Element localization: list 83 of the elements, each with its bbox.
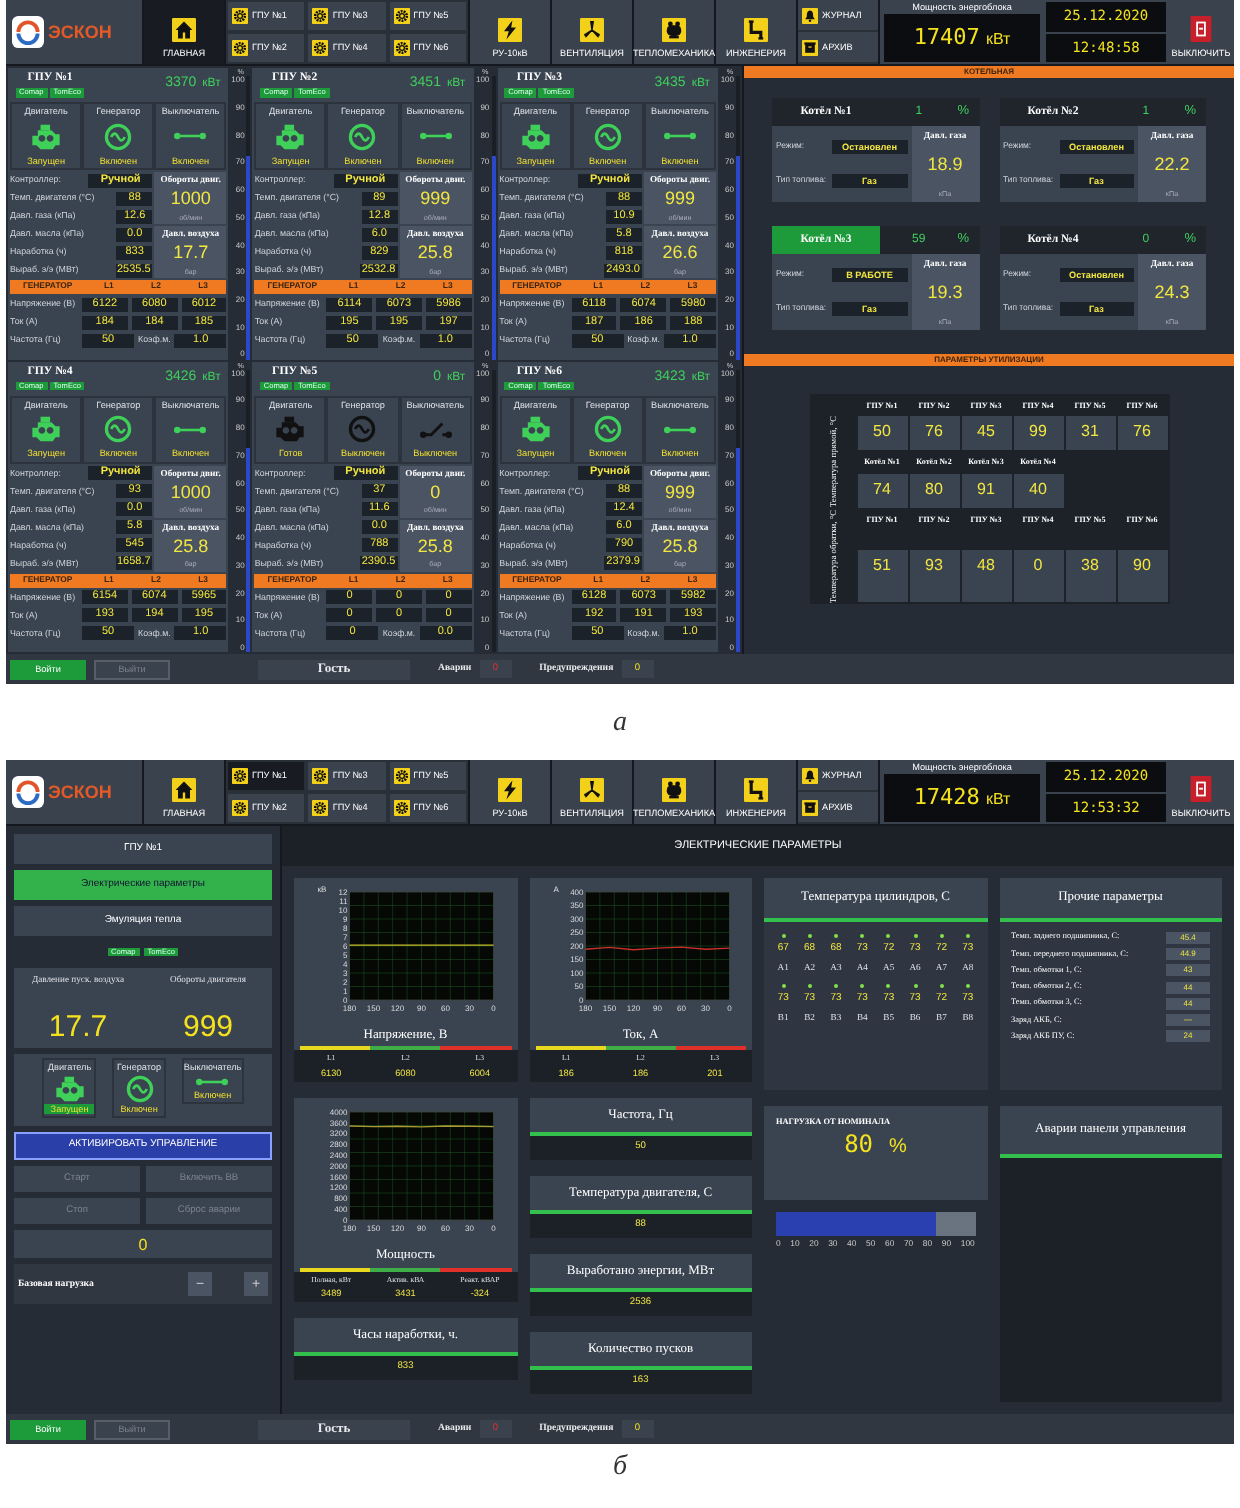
table-cell: 45 xyxy=(961,416,1011,450)
table-cell: 99 xyxy=(1013,416,1063,450)
boiler-icon xyxy=(662,17,686,42)
table-cell: 93 xyxy=(909,549,959,603)
figure-caption: б xyxy=(612,1449,628,1485)
archive-icon xyxy=(802,39,818,55)
fan-icon xyxy=(580,777,604,802)
pipe-icon xyxy=(744,777,768,802)
reading-value: 24.3 xyxy=(1154,282,1190,304)
table-cell: 31 xyxy=(1065,416,1115,450)
reading-value: 26.6 xyxy=(662,242,698,264)
table-cell: 0 xyxy=(1013,549,1063,603)
power-value: 17428 xyxy=(913,785,980,811)
unit-label: кВт xyxy=(985,29,1011,48)
table-cell: 76 xyxy=(1117,416,1167,450)
fan-icon xyxy=(580,17,604,42)
reading-value: 19.3 xyxy=(927,282,963,304)
reading-value: 25.8 xyxy=(417,535,453,557)
gear-icon xyxy=(312,8,329,24)
status-dot xyxy=(807,984,812,989)
table-cell: 38 xyxy=(1065,549,1115,603)
figure-caption: а xyxy=(613,705,627,741)
gear-icon xyxy=(312,40,329,56)
table-cell: 51 xyxy=(857,549,907,603)
setpoint-field[interactable]: 0 xyxy=(14,1230,272,1259)
status-dot xyxy=(886,984,891,989)
logo-icon xyxy=(12,776,44,808)
archive-icon xyxy=(802,799,818,815)
table-cell: 40 xyxy=(1013,473,1063,508)
boiler-icon xyxy=(662,777,686,802)
lightning-icon xyxy=(498,777,522,802)
gear-icon xyxy=(232,800,248,816)
gear-icon xyxy=(312,800,329,816)
logo-text: ЭСКОН xyxy=(48,21,112,43)
unit-label: % xyxy=(889,1135,907,1159)
power-icon xyxy=(1190,775,1212,802)
power-icon xyxy=(1190,15,1212,42)
gear-icon xyxy=(312,768,329,784)
reading-value: 22.2 xyxy=(1154,154,1190,176)
gear-icon xyxy=(393,40,410,56)
table-cell: 50 xyxy=(857,416,907,450)
reading-value: 17.7 xyxy=(173,242,209,264)
status-dot xyxy=(939,984,944,989)
reading-value: 999 xyxy=(664,188,696,210)
reading-value: 0 xyxy=(430,481,441,503)
reading-value: 25.8 xyxy=(417,242,453,264)
gear-icon xyxy=(232,768,248,784)
bell-icon xyxy=(802,7,818,23)
reading-value: 25.8 xyxy=(662,535,698,557)
status-dot xyxy=(965,984,970,989)
gear-icon xyxy=(232,40,248,56)
reading-value: 1000 xyxy=(170,481,211,503)
bell-icon xyxy=(802,767,818,783)
home-icon xyxy=(172,17,196,42)
lightning-icon xyxy=(498,17,522,42)
gear-icon xyxy=(393,8,410,24)
logo-icon xyxy=(12,16,44,48)
table-cell: 90 xyxy=(1117,549,1167,603)
status-dot xyxy=(833,984,838,989)
logo-text: ЭСКОН xyxy=(48,781,112,803)
table-cell: 91 xyxy=(961,473,1011,508)
reading-value: 1000 xyxy=(170,188,211,210)
gear-icon xyxy=(232,8,248,24)
home-icon xyxy=(172,777,196,802)
table-cell: 48 xyxy=(961,549,1011,603)
table-cell: 80 xyxy=(909,473,959,508)
pipe-icon xyxy=(744,17,768,42)
reading-value: 999 xyxy=(420,188,451,210)
reading-value: 18.9 xyxy=(927,154,963,176)
status-dot xyxy=(913,984,918,989)
reading-value: 999 xyxy=(182,1012,234,1043)
status-dot xyxy=(860,984,865,989)
reading-value: 999 xyxy=(664,481,696,503)
load-value: 80 xyxy=(844,1131,874,1160)
gear-icon xyxy=(393,800,410,816)
table-cell: 76 xyxy=(909,416,959,450)
power-value: 17407 xyxy=(913,25,980,51)
table-cell: 74 xyxy=(857,473,907,508)
reading-value: 17.7 xyxy=(48,1012,108,1043)
unit-label: кВт xyxy=(985,789,1011,808)
status-dot xyxy=(781,984,786,989)
gear-icon xyxy=(393,768,410,784)
reading-value: 25.8 xyxy=(173,535,209,557)
